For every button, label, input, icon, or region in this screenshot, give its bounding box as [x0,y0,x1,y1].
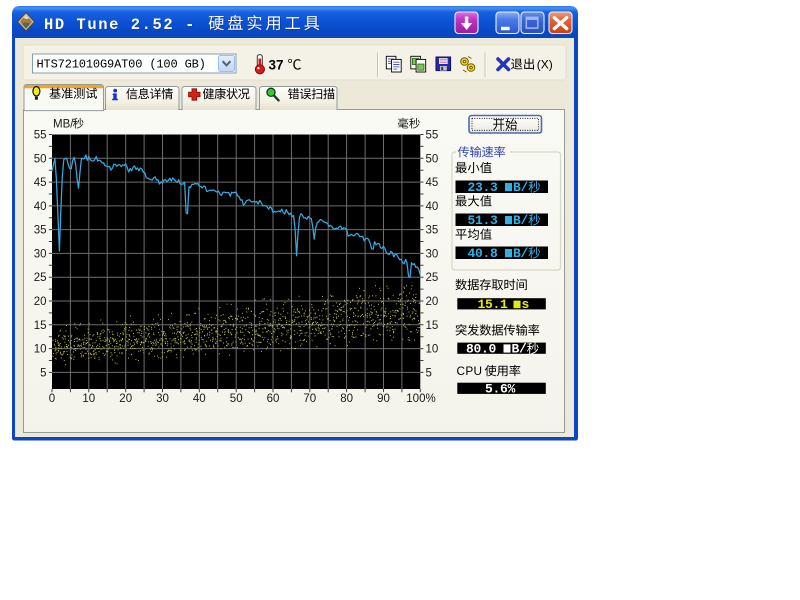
svg-text:20: 20 [426,296,439,308]
svg-text:30: 30 [426,248,439,260]
svg-text:10: 10 [426,344,439,356]
svg-text:(X): (X) [537,57,553,71]
svg-text:B/: B/ [513,246,529,261]
svg-text:10: 10 [82,393,95,405]
svg-text:55: 55 [426,130,439,142]
svg-text:40.8: 40.8 [468,246,499,261]
svg-text:51.3: 51.3 [468,213,499,228]
svg-text:B/: B/ [513,213,529,228]
svg-text:0: 0 [49,393,55,405]
svg-text:50: 50 [426,153,439,165]
svg-text:20: 20 [34,296,47,308]
svg-text:25: 25 [426,272,439,284]
svg-text:10: 10 [34,344,47,356]
svg-text:45: 45 [426,177,439,189]
svg-text:5.6%: 5.6% [485,382,516,397]
svg-text:15: 15 [34,320,47,332]
svg-text:B/: B/ [512,342,528,357]
svg-text:B/: B/ [513,180,529,195]
svg-text:40: 40 [426,201,439,213]
svg-text:30: 30 [34,248,47,260]
svg-text:25: 25 [34,272,47,284]
svg-text:70: 70 [303,393,316,405]
svg-text:20: 20 [119,393,132,405]
svg-text:HD Tune 2.52 -: HD Tune 2.52 - [44,16,196,34]
svg-text:30: 30 [156,393,169,405]
svg-text:5: 5 [426,367,432,379]
svg-text:55: 55 [34,130,47,142]
svg-text:60: 60 [267,393,280,405]
svg-text:50: 50 [34,153,47,165]
svg-text:23.3: 23.3 [468,180,499,195]
svg-text:40: 40 [193,393,206,405]
svg-text:80.0: 80.0 [466,342,497,357]
svg-text:MB/: MB/ [53,119,74,131]
svg-text:50: 50 [230,393,243,405]
svg-text:35: 35 [426,225,439,237]
svg-text:s: s [522,297,530,312]
svg-text:100%: 100% [406,393,435,405]
svg-text:15.1: 15.1 [478,297,509,312]
svg-text:80: 80 [340,393,353,405]
svg-text:HTS721010G9AT00 (100 GB): HTS721010G9AT00 (100 GB) [37,58,206,72]
svg-text:15: 15 [426,320,439,332]
svg-text:5: 5 [40,367,46,379]
svg-text:35: 35 [34,225,47,237]
svg-text:CPU: CPU [457,364,483,378]
svg-text:37: 37 [269,58,284,73]
svg-text:90: 90 [377,393,390,405]
svg-text:40: 40 [34,201,47,213]
svg-text:45: 45 [34,177,47,189]
